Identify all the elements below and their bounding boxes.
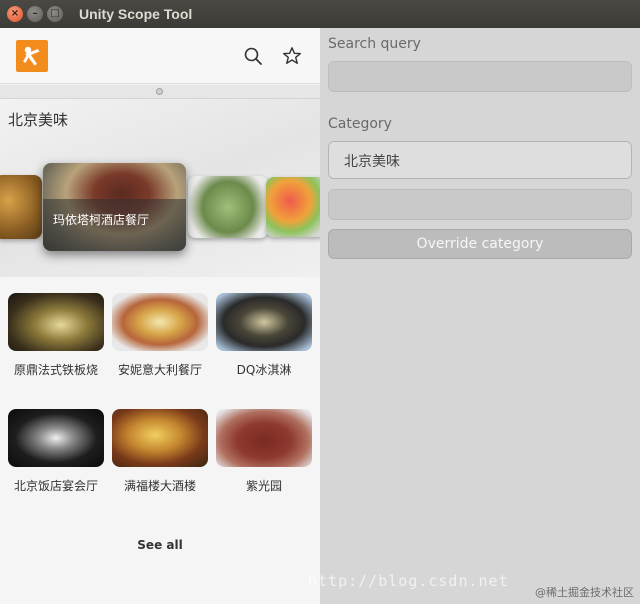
- search-query-input[interactable]: [328, 61, 632, 92]
- tile-thumbnail: [8, 293, 104, 351]
- grid-tile[interactable]: DQ冰淇淋: [216, 293, 312, 378]
- pull-handle[interactable]: [0, 85, 320, 99]
- tile-thumbnail: [112, 293, 208, 351]
- window-close-button[interactable]: ×: [7, 6, 23, 22]
- tile-label: 北京饭店宴会厅: [13, 479, 98, 493]
- category-value: 北京美味: [344, 154, 400, 170]
- override-category-button[interactable]: Override category: [328, 229, 632, 259]
- grid-tile[interactable]: 北京饭店宴会厅: [8, 409, 104, 494]
- category-label: Category: [328, 116, 392, 132]
- tile-label: 紫光园: [245, 479, 282, 493]
- window-titlebar: × – □ Unity Scope Tool: [0, 0, 640, 28]
- grid-tile[interactable]: 满福楼大酒楼: [112, 409, 208, 494]
- grid-tile[interactable]: 原鼎法式铁板烧: [8, 293, 104, 378]
- scope-header: [0, 28, 320, 84]
- search-query-label: Search query: [328, 36, 421, 52]
- featured-caption: 玛依塔柯酒店餐厅: [53, 213, 150, 227]
- tile-thumbnail: [216, 409, 312, 467]
- featured-carousel-section: 北京美味 玛依塔柯酒店餐厅: [0, 99, 320, 277]
- search-icon[interactable]: [243, 46, 263, 66]
- category-title: 北京美味: [8, 111, 69, 129]
- watermark-url: http://blog.csdn.net: [308, 572, 509, 590]
- see-all-link[interactable]: See all: [0, 538, 320, 552]
- tile-label: 原鼎法式铁板烧: [13, 363, 98, 377]
- handle-dot-icon: [156, 88, 163, 95]
- window-maximize-button[interactable]: □: [47, 6, 63, 22]
- tile-label: 满福楼大酒楼: [123, 479, 196, 493]
- watermark-credit: @稀土掘金技术社区: [535, 586, 634, 599]
- tile-thumbnail: [112, 409, 208, 467]
- category-input[interactable]: 北京美味: [328, 141, 632, 179]
- grid-tile[interactable]: 安妮意大利餐厅: [112, 293, 208, 378]
- star-icon[interactable]: [282, 46, 302, 66]
- app-logo-icon: [16, 40, 48, 72]
- carousel-card[interactable]: [266, 177, 320, 237]
- window-minimize-button[interactable]: –: [27, 6, 43, 22]
- tile-thumbnail: [8, 409, 104, 467]
- override-category-input[interactable]: [328, 189, 632, 220]
- tile-label: DQ冰淇淋: [236, 363, 292, 377]
- grid-tile[interactable]: 紫光园: [216, 409, 312, 494]
- tile-label: 安妮意大利餐厅: [117, 363, 202, 377]
- scope-preview-pane: 北京美味 玛依塔柯酒店餐厅 原鼎法式铁板烧 安妮意大利餐厅 DQ冰淇淋 北京饭店…: [0, 28, 320, 604]
- carousel-card[interactable]: [188, 176, 268, 238]
- tile-thumbnail: [216, 293, 312, 351]
- carousel-card[interactable]: [0, 175, 42, 239]
- controls-pane: Search query Category 北京美味 Override cate…: [320, 28, 640, 604]
- app-logo-icon-glyph: [23, 46, 40, 66]
- window-title: Unity Scope Tool: [79, 6, 193, 22]
- carousel-card-featured[interactable]: 玛依塔柯酒店餐厅: [43, 163, 186, 251]
